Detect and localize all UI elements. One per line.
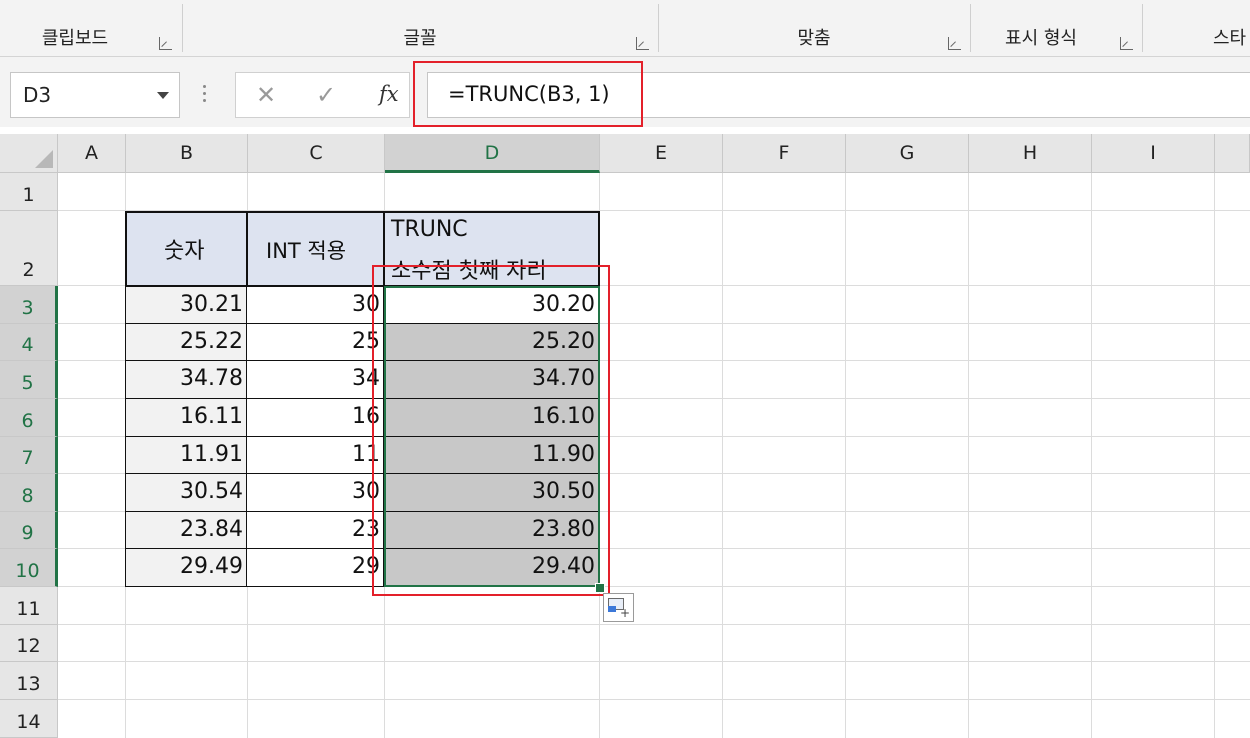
gridline bbox=[58, 661, 1250, 662]
ribbon-group-alignment: 맞춤 bbox=[659, 0, 969, 56]
row-header-9[interactable]: 9 bbox=[0, 512, 58, 549]
chevron-down-icon[interactable] bbox=[157, 92, 169, 99]
cell-b10[interactable]: 29.49 bbox=[125, 548, 248, 587]
gridline bbox=[1091, 173, 1092, 738]
cell-b3[interactable]: 30.21 bbox=[125, 286, 248, 324]
gridline bbox=[58, 624, 1250, 625]
formula-highlight-box bbox=[413, 61, 643, 127]
row-header-5[interactable]: 5 bbox=[0, 361, 58, 399]
cell-c4[interactable]: 25 bbox=[246, 323, 385, 361]
ribbon: 클립보드 글꼴 맞춤 표시 형식 스타 bbox=[0, 0, 1250, 57]
header-trunc-line1: TRUNC bbox=[391, 217, 468, 242]
cell-c10[interactable]: 29 bbox=[246, 548, 385, 587]
gridline bbox=[845, 173, 846, 738]
select-all-button[interactable] bbox=[0, 134, 58, 173]
cell-c9[interactable]: 23 bbox=[246, 511, 385, 549]
cell-c5[interactable]: 34 bbox=[246, 360, 385, 399]
dialog-launcher-icon[interactable] bbox=[159, 37, 172, 50]
cell-c6[interactable]: 16 bbox=[246, 398, 385, 437]
ribbon-group-styles: 스타 bbox=[1143, 0, 1250, 56]
gridline bbox=[1214, 173, 1215, 738]
cell-b6[interactable]: 16.11 bbox=[125, 398, 248, 437]
quick-analysis-icon[interactable]: + bbox=[603, 593, 634, 622]
cell-b9[interactable]: 23.84 bbox=[125, 511, 248, 549]
row-header-6[interactable]: 6 bbox=[0, 399, 58, 437]
ribbon-group-clipboard: 클립보드 bbox=[0, 0, 180, 56]
cell-b5[interactable]: 34.78 bbox=[125, 360, 248, 399]
name-box-value: D3 bbox=[23, 83, 52, 107]
column-header-f[interactable]: F bbox=[723, 134, 846, 173]
row-header-3[interactable]: 3 bbox=[0, 286, 58, 324]
column-header-j[interactable] bbox=[1215, 134, 1250, 173]
ribbon-group-label: 스타 bbox=[1213, 28, 1247, 49]
cell-c2[interactable]: INT 적용 bbox=[246, 211, 385, 287]
column-header-g[interactable]: G bbox=[846, 134, 969, 173]
cell-c3[interactable]: 30 bbox=[246, 286, 385, 324]
insert-function-icon[interactable]: fx bbox=[379, 82, 399, 106]
cell-b2[interactable]: 숫자 bbox=[125, 211, 248, 287]
row-header-13[interactable]: 13 bbox=[0, 662, 58, 700]
row-header-10[interactable]: 10 bbox=[0, 549, 58, 587]
worksheet-grid: A B C D E F G H I 1 2 3 4 5 6 7 8 9 10 1… bbox=[0, 134, 1250, 738]
row-header-12[interactable]: 12 bbox=[0, 625, 58, 662]
check-icon[interactable]: ✓ bbox=[316, 81, 336, 109]
column-header-h[interactable]: H bbox=[969, 134, 1092, 173]
column-header-d[interactable]: D bbox=[385, 134, 600, 173]
row-header-8[interactable]: 8 bbox=[0, 474, 58, 512]
cell-b7[interactable]: 11.91 bbox=[125, 436, 248, 474]
cell-b4[interactable]: 25.22 bbox=[125, 323, 248, 361]
header-int: INT 적용 bbox=[266, 239, 347, 263]
row-header-4[interactable]: 4 bbox=[0, 324, 58, 361]
drag-handle-icon[interactable] bbox=[203, 85, 207, 105]
dialog-launcher-icon[interactable] bbox=[1120, 37, 1133, 50]
cell-c8[interactable]: 30 bbox=[246, 473, 385, 512]
column-header-e[interactable]: E bbox=[600, 134, 723, 173]
column-header-a[interactable]: A bbox=[58, 134, 126, 173]
formula-buttons: ✕ ✓ fx bbox=[235, 72, 410, 118]
row-header-2[interactable]: 2 bbox=[0, 211, 58, 286]
gridline bbox=[968, 173, 969, 738]
ribbon-group-label: 표시 형식 bbox=[1005, 28, 1077, 49]
column-header-b[interactable]: B bbox=[126, 134, 248, 173]
name-box[interactable]: D3 bbox=[10, 72, 180, 118]
dialog-launcher-icon[interactable] bbox=[948, 37, 961, 50]
row-header-7[interactable]: 7 bbox=[0, 437, 58, 474]
ribbon-group-label: 글꼴 bbox=[403, 28, 437, 49]
dialog-launcher-icon[interactable] bbox=[636, 37, 649, 50]
gridline bbox=[722, 173, 723, 738]
cell-b8[interactable]: 30.54 bbox=[125, 473, 248, 512]
header-number: 숫자 bbox=[164, 239, 205, 264]
ribbon-group-label: 클립보드 bbox=[41, 28, 109, 49]
ribbon-group-font: 글꼴 bbox=[183, 0, 657, 56]
gridline bbox=[58, 699, 1250, 700]
cell-c7[interactable]: 11 bbox=[246, 436, 385, 474]
ribbon-group-label: 맞춤 bbox=[797, 28, 831, 49]
row-header-14[interactable]: 14 bbox=[0, 700, 58, 738]
row-header-11[interactable]: 11 bbox=[0, 587, 58, 625]
row-header-1[interactable]: 1 bbox=[0, 173, 58, 211]
cancel-icon[interactable]: ✕ bbox=[256, 81, 276, 109]
column-header-i[interactable]: I bbox=[1092, 134, 1215, 173]
column-header-c[interactable]: C bbox=[248, 134, 385, 173]
ribbon-group-number: 표시 형식 bbox=[971, 0, 1141, 56]
result-highlight-box bbox=[372, 265, 610, 596]
